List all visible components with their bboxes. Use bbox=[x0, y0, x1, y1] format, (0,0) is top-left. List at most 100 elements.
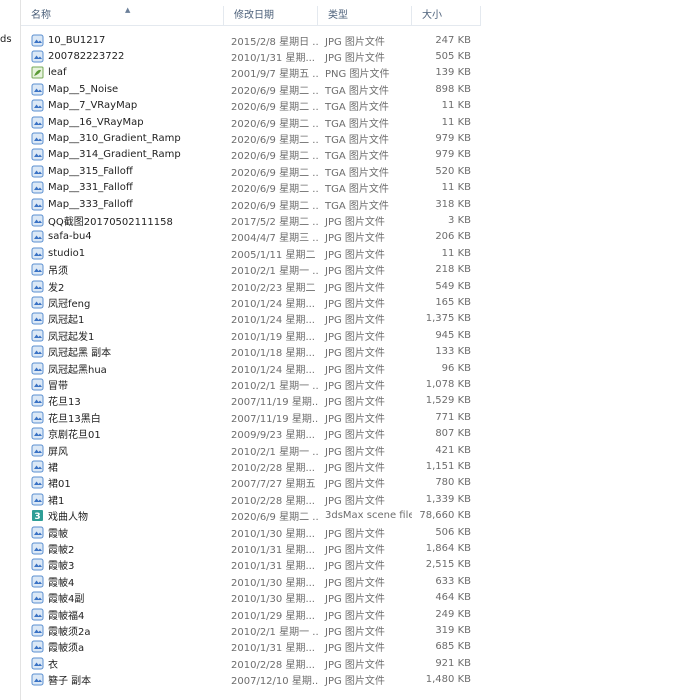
file-type: JPG 图片文件 bbox=[325, 643, 385, 655]
file-row[interactable]: 凤冠起1 2010/1/24 星期... JPG 图片文件 1,375 KB bbox=[21, 311, 481, 327]
file-row[interactable]: 裙 2010/2/28 星期... JPG 图片文件 1,151 KB bbox=[21, 458, 481, 474]
file-row[interactable]: 花旦13 2007/11/19 星期... JPG 图片文件 1,529 KB bbox=[21, 393, 481, 409]
file-name: 裙1 bbox=[48, 495, 65, 507]
file-row[interactable]: 簪子 副本 2007/12/10 星期... JPG 图片文件 1,480 KB bbox=[21, 672, 481, 688]
file-size: 505 KB bbox=[435, 50, 471, 62]
file-name: 裙 bbox=[48, 462, 58, 474]
file-name: 霞帔4 bbox=[48, 577, 75, 589]
file-size: 165 KB bbox=[435, 296, 471, 308]
file-row[interactable]: 霞帔4副 2010/1/30 星期... JPG 图片文件 464 KB bbox=[21, 590, 481, 606]
file-date: 2010/1/19 星期... bbox=[231, 331, 315, 343]
file-row[interactable]: 裙1 2010/2/28 星期... JPG 图片文件 1,339 KB bbox=[21, 491, 481, 507]
file-size: 1,078 KB bbox=[425, 378, 471, 390]
file-name: Map__310_Gradient_Ramp bbox=[48, 132, 181, 144]
file-name: 吊须 bbox=[48, 266, 68, 278]
file-row[interactable]: 屏风 2010/2/1 星期一 ... JPG 图片文件 421 KB bbox=[21, 442, 481, 458]
file-name-cell: QQ截图20170502111158 bbox=[21, 213, 224, 228]
file-row[interactable]: 10_BU1217 2015/2/8 星期日 ... JPG 图片文件 247 KB bbox=[21, 32, 481, 48]
file-name-cell: Map__314_Gradient_Ramp bbox=[21, 148, 224, 161]
file-date: 2010/2/1 星期一 ... bbox=[231, 626, 318, 638]
file-row[interactable]: Map__16_VRayMap 2020/6/9 星期二 ... TGA 图片文件 1… bbox=[21, 114, 481, 130]
file-date: 2020/6/9 星期二 ... bbox=[231, 85, 318, 97]
file-name-cell: safa-bu4 bbox=[21, 230, 224, 243]
file-row[interactable]: 吊须 2010/2/1 星期一 ... JPG 图片文件 218 KB bbox=[21, 262, 481, 278]
file-date: 2010/1/30 星期... bbox=[231, 528, 315, 540]
file-name: 200782223722 bbox=[48, 50, 125, 62]
file-size: 218 KB bbox=[435, 264, 471, 276]
file-name-cell: 裙1 bbox=[21, 492, 224, 507]
file-row[interactable]: safa-bu4 2004/4/7 星期三 ... JPG 图片文件 206 KB bbox=[21, 229, 481, 245]
file-row[interactable]: 霞帔须a 2010/1/31 星期... JPG 图片文件 685 KB bbox=[21, 639, 481, 655]
file-name: safa-bu4 bbox=[48, 231, 92, 243]
file-date: 2010/1/30 星期... bbox=[231, 577, 315, 589]
file-size: 421 KB bbox=[435, 444, 471, 456]
file-date: 2010/2/1 星期一 ... bbox=[231, 446, 318, 458]
file-row[interactable]: 冒带 2010/2/1 星期一 ... JPG 图片文件 1,078 KB bbox=[21, 376, 481, 392]
column-header-type[interactable]: 类型 bbox=[318, 6, 412, 25]
file-row[interactable]: 衣 2010/2/28 星期... JPG 图片文件 921 KB bbox=[21, 655, 481, 671]
file-row[interactable]: 霞帔福4 2010/1/29 星期... JPG 图片文件 249 KB bbox=[21, 606, 481, 622]
file-row[interactable]: 凤冠起黑 副本 2010/1/18 星期... JPG 图片文件 133 KB bbox=[21, 344, 481, 360]
file-row[interactable]: 凤冠起黑hua 2010/1/24 星期... JPG 图片文件 96 KB bbox=[21, 360, 481, 376]
file-name: Map__5_Noise bbox=[48, 83, 119, 95]
file-name: 凤冠起1 bbox=[48, 315, 85, 327]
file-row[interactable]: 200782223722 2010/1/31 星期... JPG 图片文件 505 K… bbox=[21, 48, 481, 64]
file-type: JPG 图片文件 bbox=[325, 659, 385, 671]
file-name-cell: 200782223722 bbox=[21, 50, 224, 63]
file-name-cell: studio1 bbox=[21, 247, 224, 260]
file-date: 2010/1/18 星期... bbox=[231, 348, 315, 360]
file-row[interactable]: 凤冠feng 2010/1/24 星期... JPG 图片文件 165 KB bbox=[21, 294, 481, 310]
file-row[interactable]: 花旦13黑白 2007/11/19 星期... JPG 图片文件 771 KB bbox=[21, 409, 481, 425]
file-row[interactable]: Map__331_Falloff 2020/6/9 星期二 ... TGA 图片文件… bbox=[21, 180, 481, 196]
jpg-file-icon bbox=[31, 214, 44, 227]
file-type: TGA 图片文件 bbox=[325, 85, 389, 97]
file-size: 506 KB bbox=[435, 526, 471, 538]
file-name-cell: 凤冠起黑hua bbox=[21, 361, 224, 376]
file-name: 戏曲人物 bbox=[48, 512, 88, 524]
file-name: Map__315_Falloff bbox=[48, 165, 133, 177]
column-header-size[interactable]: 大小 bbox=[412, 6, 481, 25]
jpg-file-icon bbox=[31, 542, 44, 555]
file-row[interactable]: Map__333_Falloff 2020/6/9 星期二 ... TGA 图片文件… bbox=[21, 196, 481, 212]
file-row[interactable]: 凤冠起发1 2010/1/19 星期... JPG 图片文件 945 KB bbox=[21, 327, 481, 343]
file-row[interactable]: Map__7_VRayMap 2020/6/9 星期二 ... TGA 图片文件 11… bbox=[21, 98, 481, 114]
column-header-size-label: 大小 bbox=[422, 10, 442, 21]
file-type: TGA 图片文件 bbox=[325, 134, 389, 146]
file-row[interactable]: 霞帔 2010/1/30 星期... JPG 图片文件 506 KB bbox=[21, 524, 481, 540]
file-row[interactable]: 霞帔4 2010/1/30 星期... JPG 图片文件 633 KB bbox=[21, 573, 481, 589]
navigation-pane[interactable]: ds bbox=[0, 0, 21, 700]
file-row[interactable]: Map__310_Gradient_Ramp 2020/6/9 星期二 ... TG… bbox=[21, 130, 481, 146]
file-row[interactable]: 霞帔须2a 2010/2/1 星期一 ... JPG 图片文件 319 KB bbox=[21, 622, 481, 638]
jpg-file-icon bbox=[31, 657, 44, 670]
jpg-file-icon bbox=[31, 427, 44, 440]
jpg-file-icon bbox=[31, 378, 44, 391]
file-date: 2010/1/31 星期... bbox=[231, 561, 315, 573]
column-header-date[interactable]: 修改日期 bbox=[224, 6, 318, 25]
file-name-cell: 冒带 bbox=[21, 377, 224, 392]
file-row[interactable]: Map__315_Falloff 2020/6/9 星期二 ... TGA 图片文件… bbox=[21, 163, 481, 179]
nav-item-partial[interactable]: ds bbox=[0, 34, 12, 45]
file-date: 2007/11/19 星期... bbox=[231, 413, 318, 425]
jpg-file-icon bbox=[31, 345, 44, 358]
file-row[interactable]: 霞帔3 2010/1/31 星期... JPG 图片文件 2,515 KB bbox=[21, 557, 481, 573]
file-row[interactable]: studio1 2005/1/11 星期二 ... JPG 图片文件 11 KB bbox=[21, 245, 481, 261]
file-name-cell: 凤冠起1 bbox=[21, 311, 224, 326]
tga-file-icon bbox=[31, 165, 44, 178]
file-size: 979 KB bbox=[435, 149, 471, 161]
file-row[interactable]: Map__314_Gradient_Ramp 2020/6/9 星期二 ... TG… bbox=[21, 147, 481, 163]
file-row[interactable]: leaf 2001/9/7 星期五 ... PNG 图片文件 139 KB bbox=[21, 65, 481, 81]
file-name-cell: 霞帔3 bbox=[21, 557, 224, 572]
file-row[interactable]: 裙01 2007/7/27 星期五 ... JPG 图片文件 780 KB bbox=[21, 475, 481, 491]
file-list[interactable]: ▲ 名称 修改日期 类型 大小 10_BU1217 2015/2/8 星期日 ..… bbox=[21, 0, 700, 700]
file-row[interactable]: 霞帔2 2010/1/31 星期... JPG 图片文件 1,864 KB bbox=[21, 540, 481, 556]
column-header-name[interactable]: ▲ 名称 bbox=[21, 6, 224, 25]
jpg-file-icon bbox=[31, 312, 44, 325]
file-row[interactable]: Map__5_Noise 2020/6/9 星期二 ... TGA 图片文件 898 … bbox=[21, 81, 481, 97]
file-type: JPG 图片文件 bbox=[325, 479, 385, 491]
file-date: 2007/11/19 星期... bbox=[231, 397, 318, 409]
file-row[interactable]: QQ截图20170502111158 2017/5/2 星期二 ... JPG 图片… bbox=[21, 212, 481, 228]
file-name: 冒带 bbox=[48, 380, 68, 392]
file-row[interactable]: 3 戏曲人物 2020/6/9 星期二 ... 3dsMax scene file 78… bbox=[21, 508, 481, 524]
file-row[interactable]: 京剧花旦01 2009/9/23 星期... JPG 图片文件 807 KB bbox=[21, 426, 481, 442]
file-row[interactable]: 发2 2010/2/23 星期二 ... JPG 图片文件 549 KB bbox=[21, 278, 481, 294]
